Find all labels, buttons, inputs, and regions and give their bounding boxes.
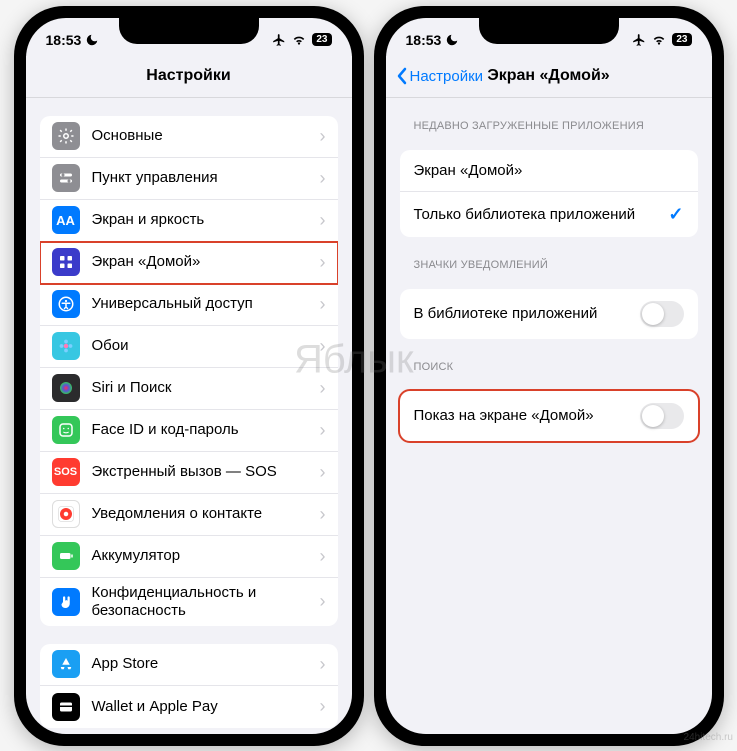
chevron-right-icon: ›	[320, 504, 326, 525]
settings-list[interactable]: Основные › Пункт управления › AA Экран и ярко…	[26, 98, 352, 734]
chevron-right-icon: ›	[320, 462, 326, 483]
chevron-right-icon: ›	[320, 420, 326, 441]
wifi-icon	[651, 33, 667, 47]
access-icon	[52, 290, 80, 318]
sos-icon: SOS	[52, 458, 80, 486]
chevron-right-icon: ›	[320, 168, 326, 189]
siri-icon	[52, 374, 80, 402]
flower-icon	[52, 332, 80, 360]
airplane-icon	[272, 33, 286, 47]
settings-row-switches[interactable]: Пункт управления ›	[40, 158, 338, 200]
back-button[interactable]: Настройки	[386, 67, 484, 85]
chevron-right-icon: ›	[320, 591, 326, 612]
phone-left: 18:53 23 Настройки	[14, 6, 364, 746]
chevron-right-icon: ›	[320, 294, 326, 315]
chevron-right-icon: ›	[320, 210, 326, 231]
face-icon	[52, 416, 80, 444]
option-label: Только библиотека приложений	[414, 206, 669, 223]
row-label: Wallet и Apple Pay	[92, 698, 314, 716]
phone-right: 18:53 23	[374, 6, 724, 746]
chevron-right-icon: ›	[320, 546, 326, 567]
settings-row-wallet[interactable]: Wallet и Apple Pay ›	[40, 686, 338, 728]
hand-icon	[52, 588, 80, 616]
contact-icon	[52, 500, 80, 528]
nav-bar: Настройки Экран «Домой»	[386, 56, 712, 98]
settings-row-gear[interactable]: Основные ›	[40, 116, 338, 158]
aa-icon: AA	[52, 206, 80, 234]
section-header-downloads: НЕДАВНО ЗАГРУЖЕННЫЕ ПРИЛОЖЕНИЯ	[414, 120, 684, 132]
chevron-right-icon: ›	[320, 378, 326, 399]
chevron-right-icon: ›	[320, 252, 326, 273]
notch	[479, 18, 619, 44]
row-app-library-badges[interactable]: В библиотеке приложений	[400, 289, 698, 339]
settings-row-contact[interactable]: Уведомления о контакте ›	[40, 494, 338, 536]
page-title: Настройки	[26, 67, 352, 85]
settings-row-flower[interactable]: Обои ›	[40, 326, 338, 368]
row-label: Siri и Поиск	[92, 379, 314, 397]
toggle-badges[interactable]	[640, 301, 684, 327]
chevron-right-icon: ›	[320, 336, 326, 357]
row-label: Показ на экране «Домой»	[414, 407, 640, 424]
back-label: Настройки	[410, 68, 484, 85]
settings-row-appstore[interactable]: App Store ›	[40, 644, 338, 686]
side-watermark: 24hitech.ru	[684, 732, 733, 743]
row-label: Экран и яркость	[92, 211, 314, 229]
moon-icon	[445, 33, 459, 47]
switches-icon	[52, 164, 80, 192]
checkmark-icon: ✓	[668, 204, 683, 225]
section-header-badges: ЗНАЧКИ УВЕДОМЛЕНИЙ	[414, 259, 684, 271]
row-label: Пункт управления	[92, 169, 314, 187]
moon-icon	[85, 33, 99, 47]
chevron-right-icon: ›	[320, 696, 326, 717]
row-label: Экран «Домой»	[92, 253, 314, 271]
row-label: App Store	[92, 655, 314, 673]
row-label: Экстренный вызов — SOS	[92, 463, 314, 481]
settings-row-hand[interactable]: Конфиденциальность и безопасность ›	[40, 578, 338, 626]
row-label: Face ID и код-пароль	[92, 421, 314, 439]
row-label: Универсальный доступ	[92, 295, 314, 313]
airplane-icon	[632, 33, 646, 47]
notch	[119, 18, 259, 44]
settings-row-sos[interactable]: SOS Экстренный вызов — SOS ›	[40, 452, 338, 494]
toggle-show-on-home[interactable]	[640, 403, 684, 429]
row-label: Основные	[92, 127, 314, 145]
row-label: Обои	[92, 337, 314, 355]
battery-badge: 23	[312, 33, 331, 46]
settings-row-aa[interactable]: AA Экран и яркость ›	[40, 200, 338, 242]
grid-icon	[52, 248, 80, 276]
chevron-left-icon	[396, 67, 408, 85]
option-label: Экран «Домой»	[414, 162, 684, 179]
nav-bar: Настройки	[26, 56, 352, 98]
status-time: 18:53	[406, 32, 442, 48]
settings-row-siri[interactable]: Siri и Поиск ›	[40, 368, 338, 410]
option-app-library-only[interactable]: Только библиотека приложений ✓	[400, 192, 698, 237]
row-show-on-home[interactable]: Показ на экране «Домой»	[400, 391, 698, 441]
wifi-icon	[291, 33, 307, 47]
battery-icon	[52, 542, 80, 570]
settings-row-face[interactable]: Face ID и код-пароль ›	[40, 410, 338, 452]
settings-row-grid[interactable]: Экран «Домой» ›	[40, 242, 338, 284]
settings-row-battery[interactable]: Аккумулятор ›	[40, 536, 338, 578]
status-time: 18:53	[46, 32, 82, 48]
row-label: Аккумулятор	[92, 547, 314, 565]
gear-icon	[52, 122, 80, 150]
home-screen-settings[interactable]: НЕДАВНО ЗАГРУЖЕННЫЕ ПРИЛОЖЕНИЯ Экран «До…	[386, 98, 712, 734]
chevron-right-icon: ›	[320, 654, 326, 675]
chevron-right-icon: ›	[320, 126, 326, 147]
row-label: Конфиденциальность и безопасность	[92, 584, 314, 620]
appstore-icon	[52, 650, 80, 678]
section-header-search: ПОИСК	[414, 361, 684, 373]
row-label: В библиотеке приложений	[414, 305, 640, 322]
battery-badge: 23	[672, 33, 691, 46]
wallet-icon	[52, 693, 80, 721]
settings-row-access[interactable]: Универсальный доступ ›	[40, 284, 338, 326]
row-label: Уведомления о контакте	[92, 505, 314, 523]
option-home-screen[interactable]: Экран «Домой»	[400, 150, 698, 192]
